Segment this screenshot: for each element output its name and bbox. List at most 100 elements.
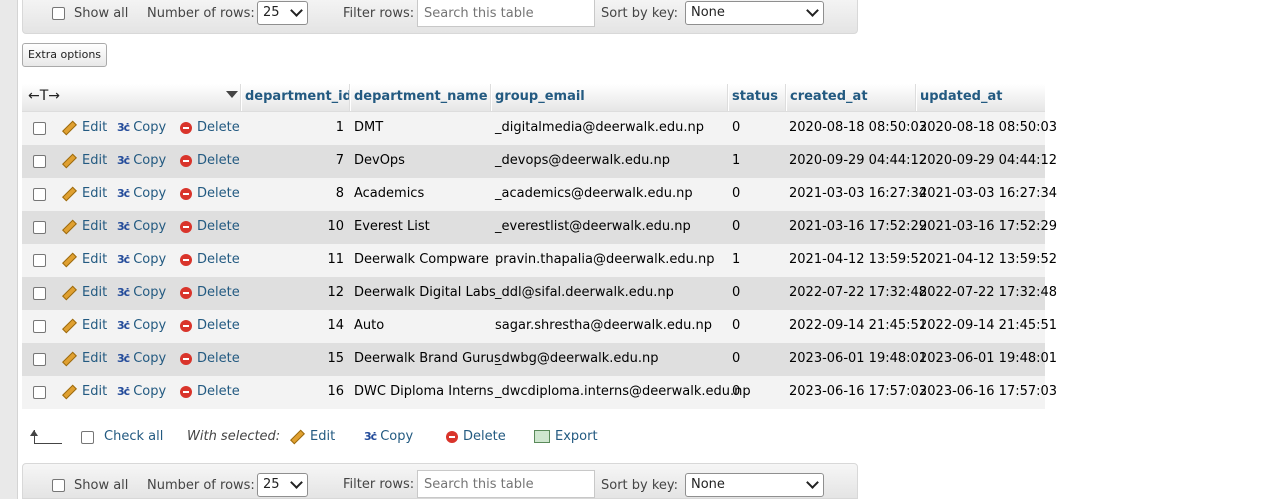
cell-department-id: 8 xyxy=(335,186,344,201)
row-edit-link[interactable]: Edit xyxy=(62,120,107,135)
delete-icon xyxy=(180,253,192,266)
number-of-rows-label: Number of rows: xyxy=(147,6,255,21)
bulk-edit-button[interactable]: Edit xyxy=(290,429,335,444)
column-header-group-email[interactable]: group_email xyxy=(495,89,585,104)
bottom-navigation-bar: Show all Number of rows: 25 Filter rows:… xyxy=(22,463,858,499)
row-copy-link[interactable]: 3ċ Copy xyxy=(117,252,166,267)
row-delete-link[interactable]: Delete xyxy=(180,351,240,366)
row-edit-link[interactable]: Edit xyxy=(62,318,107,333)
with-selected-label: With selected: xyxy=(187,429,281,444)
row-edit-label: Edit xyxy=(82,384,108,399)
number-of-rows-select[interactable]: 25 xyxy=(257,1,308,25)
row-copy-link[interactable]: 3ċ Copy xyxy=(117,219,166,234)
row-delete-link[interactable]: Delete xyxy=(180,384,240,399)
row-delete-link[interactable]: Delete xyxy=(180,318,240,333)
row-copy-link[interactable]: 3ċ Copy xyxy=(117,153,166,168)
cell-group-email: _academics@deerwalk.edu.np xyxy=(495,186,693,201)
row-edit-label: Edit xyxy=(82,120,108,135)
row-checkbox[interactable] xyxy=(33,287,46,300)
row-delete-label: Delete xyxy=(197,285,240,300)
row-copy-label: Copy xyxy=(133,219,167,234)
show-all-checkbox[interactable] xyxy=(52,479,65,492)
delete-icon xyxy=(180,352,192,365)
cell-department-name: DevOps xyxy=(354,153,405,168)
row-checkbox[interactable] xyxy=(33,320,46,333)
row-delete-label: Delete xyxy=(197,153,240,168)
copy-icon: 3ċ xyxy=(117,253,130,266)
show-all-toggle[interactable]: Show all xyxy=(52,478,128,493)
row-delete-link[interactable]: Delete xyxy=(180,153,240,168)
column-nav-arrows[interactable]: ←T→ xyxy=(28,88,60,104)
delete-icon xyxy=(180,319,192,332)
row-checkbox[interactable] xyxy=(33,155,46,168)
column-header-updated-at[interactable]: updated_at xyxy=(920,89,1002,104)
row-edit-link[interactable]: Edit xyxy=(62,219,107,234)
column-header-status[interactable]: status xyxy=(732,89,778,104)
delete-icon xyxy=(180,187,192,200)
row-checkbox[interactable] xyxy=(33,221,46,234)
row-checkbox[interactable] xyxy=(33,254,46,267)
bulk-export-button[interactable]: Export xyxy=(534,429,598,444)
row-copy-link[interactable]: 3ċ Copy xyxy=(117,318,166,333)
copy-icon: 3ċ xyxy=(117,319,130,332)
bulk-delete-button[interactable]: Delete xyxy=(446,429,506,444)
cell-status: 0 xyxy=(732,384,741,399)
row-delete-link[interactable]: Delete xyxy=(180,120,240,135)
sort-by-key-value: None xyxy=(691,477,725,492)
sort-by-key-select[interactable]: None xyxy=(685,1,824,25)
check-all-label[interactable]: Check all xyxy=(104,429,163,444)
sort-triangle-icon[interactable] xyxy=(226,91,238,98)
row-delete-link[interactable]: Delete xyxy=(180,252,240,267)
copy-icon: 3ċ xyxy=(117,187,130,200)
top-navigation-bar: Show all Number of rows: 25 Filter rows:… xyxy=(22,0,858,34)
cell-group-email: _ddl@sifal.deerwalk.edu.np xyxy=(495,285,674,300)
row-copy-link[interactable]: 3ċ Copy xyxy=(117,186,166,201)
row-copy-link[interactable]: 3ċ Copy xyxy=(117,120,166,135)
cell-status: 0 xyxy=(732,186,741,201)
row-checkbox[interactable] xyxy=(33,188,46,201)
row-checkbox[interactable] xyxy=(33,386,46,399)
row-edit-link[interactable]: Edit xyxy=(62,351,107,366)
sort-by-key-select[interactable]: None xyxy=(685,473,824,497)
row-delete-link[interactable]: Delete xyxy=(180,285,240,300)
pencil-icon xyxy=(62,153,77,168)
row-edit-link[interactable]: Edit xyxy=(62,285,107,300)
column-header-created-at[interactable]: created_at xyxy=(790,89,868,104)
column-header-department-id[interactable]: department_id xyxy=(245,89,352,104)
row-delete-link[interactable]: Delete xyxy=(180,219,240,234)
row-edit-label: Edit xyxy=(82,219,108,234)
row-edit-link[interactable]: Edit xyxy=(62,186,107,201)
row-checkbox[interactable] xyxy=(33,122,46,135)
row-copy-link[interactable]: 3ċ Copy xyxy=(117,351,166,366)
cell-department-id: 16 xyxy=(327,384,344,399)
check-all-checkbox[interactable] xyxy=(81,431,94,444)
row-delete-label: Delete xyxy=(197,351,240,366)
filter-rows-input[interactable] xyxy=(417,470,595,498)
number-of-rows-select[interactable]: 25 xyxy=(257,473,308,497)
row-edit-link[interactable]: Edit xyxy=(62,384,107,399)
copy-icon: 3ċ xyxy=(117,385,130,398)
row-delete-link[interactable]: Delete xyxy=(180,186,240,201)
cell-created-at: 2023-06-01 19:48:01 xyxy=(789,351,928,366)
row-copy-link[interactable]: 3ċ Copy xyxy=(117,285,166,300)
row-edit-link[interactable]: Edit xyxy=(62,153,107,168)
column-header-department-name[interactable]: department_name xyxy=(354,89,488,104)
show-all-checkbox[interactable] xyxy=(52,7,65,20)
cell-status: 0 xyxy=(732,351,741,366)
filter-rows-label: Filter rows: xyxy=(343,6,415,21)
row-edit-link[interactable]: Edit xyxy=(62,252,107,267)
row-checkbox[interactable] xyxy=(33,353,46,366)
table-body: Edit 3ċ Copy Delete 1 DMT _digitalmedia@deerwa… xyxy=(22,112,1057,409)
cell-created-at: 2021-04-12 13:59:52 xyxy=(789,252,928,267)
extra-options-button[interactable]: Extra options xyxy=(22,43,107,67)
table-row: Edit 3ċ Copy Delete 10 Everest List _everestli… xyxy=(22,211,1057,244)
cell-department-id: 10 xyxy=(327,219,344,234)
number-of-rows-value: 25 xyxy=(263,5,280,20)
row-edit-label: Edit xyxy=(82,252,108,267)
bulk-copy-button[interactable]: 3ċ Copy xyxy=(364,429,413,444)
arrow-up-head-icon xyxy=(30,430,38,436)
row-copy-link[interactable]: 3ċ Copy xyxy=(117,384,166,399)
filter-rows-input[interactable] xyxy=(417,0,595,27)
show-all-toggle[interactable]: Show all xyxy=(52,6,128,21)
cell-created-at: 2022-07-22 17:32:48 xyxy=(789,285,928,300)
